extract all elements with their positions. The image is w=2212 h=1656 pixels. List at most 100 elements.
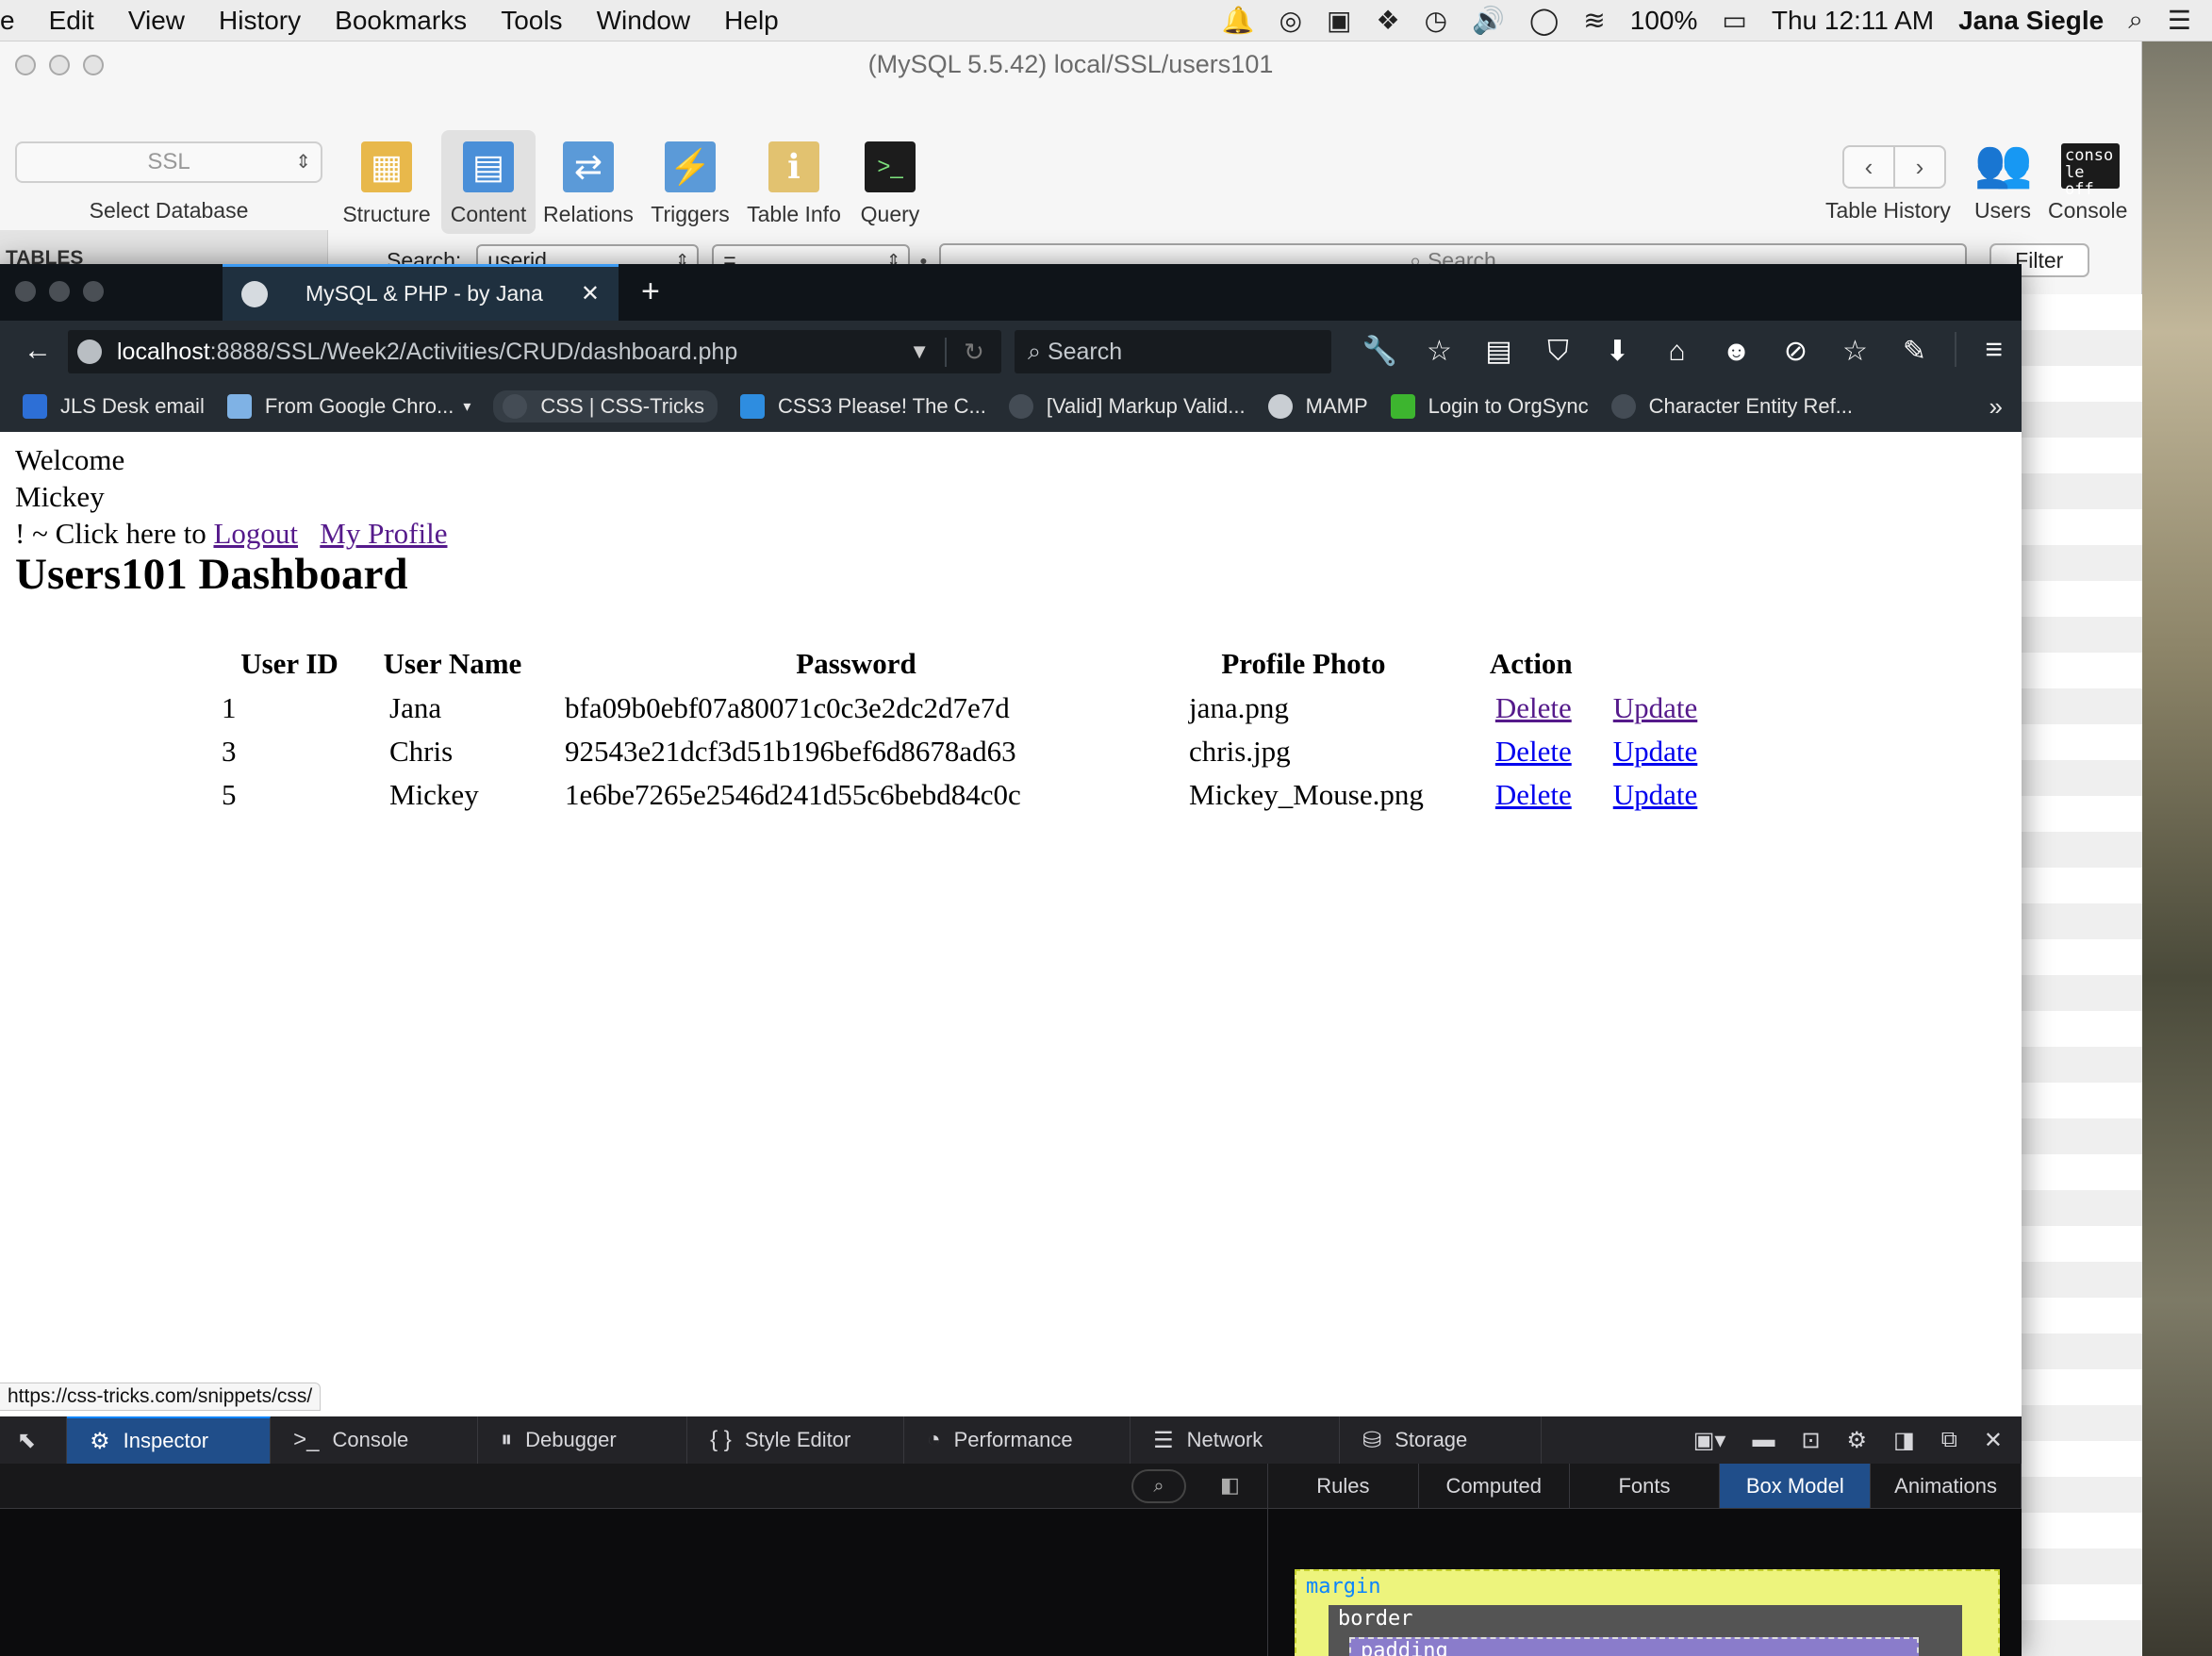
time-machine-icon[interactable]: ◷ bbox=[1425, 5, 1447, 36]
menu-item-window[interactable]: Window bbox=[597, 6, 691, 36]
close-tab-icon[interactable]: ✕ bbox=[581, 280, 600, 307]
bookmark-orgsync[interactable]: Login to OrgSync bbox=[1390, 394, 1589, 419]
home-icon[interactable]: ⌂ bbox=[1647, 330, 1707, 373]
tab-style-editor[interactable]: { } Style Editor bbox=[687, 1416, 905, 1464]
tab-network[interactable]: ☰ Network bbox=[1131, 1416, 1341, 1464]
zoom-window-button[interactable] bbox=[83, 55, 104, 75]
url-dropdown-icon[interactable]: ▼ bbox=[909, 339, 930, 364]
reader-list-icon[interactable]: ▤ bbox=[1469, 330, 1528, 373]
delete-link[interactable]: Delete bbox=[1495, 735, 1572, 768]
subtab-animations[interactable]: Animations bbox=[1871, 1464, 2022, 1508]
chat-icon[interactable]: ☻ bbox=[1707, 330, 1766, 373]
cell-update: Update bbox=[1593, 773, 1708, 817]
update-link[interactable]: Update bbox=[1613, 735, 1698, 768]
history-back-button[interactable]: ‹ bbox=[1844, 147, 1895, 187]
subtab-rules[interactable]: Rules bbox=[1268, 1464, 1419, 1508]
wrench-icon[interactable]: 🔧 bbox=[1350, 330, 1410, 373]
close-devtools-icon[interactable]: ✕ bbox=[1984, 1427, 2003, 1454]
content-button[interactable]: ▤ Content bbox=[441, 130, 536, 234]
tab-label: Inspector bbox=[123, 1429, 209, 1452]
my-profile-link[interactable]: My Profile bbox=[320, 517, 447, 550]
frame-select-icon[interactable]: ▣▾ bbox=[1693, 1427, 1726, 1454]
undock-window-icon[interactable]: ⧉ bbox=[1941, 1427, 1957, 1454]
subtab-computed[interactable]: Computed bbox=[1419, 1464, 1570, 1508]
bookmark-folder-google-chrome[interactable]: From Google Chro... ▾ bbox=[226, 394, 470, 419]
table-info-button[interactable]: ℹ Table Info bbox=[747, 141, 841, 227]
bookmark-css3-please[interactable]: CSS3 Please! The C... bbox=[739, 394, 986, 419]
tab-performance[interactable]: ◔ Performance bbox=[904, 1416, 1131, 1464]
back-arrow-icon[interactable]: ← bbox=[19, 335, 57, 367]
gear-inspector-icon: ⚙ bbox=[90, 1428, 110, 1454]
url-bar[interactable]: localhost:8888/SSL/Week2/Activities/CRUD… bbox=[68, 330, 1001, 373]
history-forward-button[interactable]: › bbox=[1895, 147, 1944, 187]
split-console-icon[interactable]: ▬ bbox=[1752, 1427, 1775, 1454]
more-bookmarks-icon[interactable]: » bbox=[1989, 392, 2003, 422]
display-icon[interactable]: ▣ bbox=[1327, 5, 1351, 36]
bookmark-markup-validator[interactable]: [Valid] Markup Valid... bbox=[1008, 394, 1246, 419]
tab-console[interactable]: >_ Console bbox=[271, 1416, 479, 1464]
minimize-window-button[interactable] bbox=[49, 55, 70, 75]
delete-link[interactable]: Delete bbox=[1495, 778, 1572, 811]
console-icon[interactable]: conso le off bbox=[2061, 143, 2120, 198]
update-link[interactable]: Update bbox=[1613, 778, 1698, 811]
subtab-fonts[interactable]: Fonts bbox=[1570, 1464, 1721, 1508]
star-icon[interactable]: ☆ bbox=[1825, 330, 1885, 373]
delete-link[interactable]: Delete bbox=[1495, 691, 1572, 724]
extension-icon[interactable]: ✎ bbox=[1885, 330, 1944, 373]
clock[interactable]: Thu 12:11 AM bbox=[1772, 6, 1934, 36]
update-link[interactable]: Update bbox=[1613, 691, 1698, 724]
close-window-button[interactable] bbox=[15, 281, 36, 302]
database-select[interactable]: SSL ⇕ bbox=[15, 141, 322, 183]
menu-item-view[interactable]: View bbox=[128, 6, 185, 36]
dock-side-icon[interactable]: ◨ bbox=[1893, 1427, 1915, 1454]
hamburger-menu-icon[interactable]: ≡ bbox=[1955, 332, 2003, 367]
volume-icon[interactable]: 🔊 bbox=[1472, 5, 1505, 36]
notification-bell-icon[interactable]: 🔔 bbox=[1222, 5, 1255, 36]
bookmark-css-tricks[interactable]: CSS | CSS-Tricks bbox=[493, 390, 718, 422]
user-name[interactable]: Jana Siegle bbox=[1958, 6, 2104, 36]
users-icon[interactable]: 👥 bbox=[1973, 136, 2035, 194]
wifi-icon[interactable]: ≋ bbox=[1583, 5, 1605, 36]
reload-icon[interactable]: ↻ bbox=[945, 337, 1001, 367]
subtab-box-model[interactable]: Box Model bbox=[1720, 1464, 1872, 1508]
new-tab-button[interactable]: + bbox=[641, 273, 660, 310]
pocket-icon[interactable]: ⛉ bbox=[1528, 330, 1588, 373]
battery-icon[interactable]: ▭ bbox=[1722, 5, 1746, 36]
zoom-window-button[interactable] bbox=[83, 281, 104, 302]
menu-item-help[interactable]: Help bbox=[724, 6, 779, 36]
messages-icon[interactable]: ◯ bbox=[1529, 5, 1559, 36]
bookmark-jls-desk-email[interactable]: JLS Desk email bbox=[23, 394, 205, 419]
bookmark-character-entity[interactable]: Character Entity Ref... bbox=[1610, 394, 1853, 419]
bookmark-star-icon[interactable]: ☆ bbox=[1410, 330, 1469, 373]
creative-cloud-icon[interactable]: ◎ bbox=[1279, 5, 1302, 36]
tab-debugger[interactable]: ⏸ Debugger bbox=[478, 1416, 688, 1464]
query-button[interactable]: >_ Query bbox=[843, 141, 937, 227]
tab-inspector[interactable]: ⚙ Inspector bbox=[67, 1416, 272, 1464]
tab-storage[interactable]: ⛁ Storage bbox=[1340, 1416, 1543, 1464]
no-tracking-icon[interactable]: ⊘ bbox=[1766, 330, 1825, 373]
relations-button[interactable]: ⇄ Relations bbox=[541, 141, 636, 227]
bookmark-mamp[interactable]: MAMP bbox=[1267, 394, 1368, 419]
responsive-mode-icon[interactable]: ⊡ bbox=[1801, 1427, 1820, 1454]
search-icon[interactable]: ⌕ bbox=[1131, 1469, 1186, 1503]
menu-item-history[interactable]: History bbox=[219, 6, 301, 36]
menu-item-bookmarks[interactable]: Bookmarks bbox=[335, 6, 467, 36]
element-picker-button[interactable]: ⬉ bbox=[0, 1416, 68, 1464]
download-icon[interactable]: ⬇ bbox=[1588, 330, 1647, 373]
menu-item-tools[interactable]: Tools bbox=[501, 6, 562, 36]
dropbox-icon[interactable]: ❖ bbox=[1377, 5, 1400, 36]
globe-icon bbox=[77, 339, 102, 364]
spotlight-search-icon[interactable]: ⌕ bbox=[2128, 5, 2143, 36]
firefox-search-input[interactable]: ⌕ Search bbox=[1015, 330, 1331, 373]
close-window-button[interactable] bbox=[15, 55, 36, 75]
tab-mysql-php[interactable]: MySQL & PHP - by Jana ✕ bbox=[223, 264, 619, 321]
menu-item-edit[interactable]: Edit bbox=[49, 6, 94, 36]
menu-item-edit-partial[interactable]: e bbox=[0, 6, 15, 36]
minimize-window-button[interactable] bbox=[49, 281, 70, 302]
logout-link[interactable]: Logout bbox=[213, 517, 298, 550]
toggle-sidebar-icon[interactable]: ◧ bbox=[1220, 1473, 1240, 1498]
settings-gear-icon[interactable]: ⚙ bbox=[1847, 1427, 1868, 1454]
notification-center-icon[interactable]: ☰ bbox=[2168, 5, 2191, 36]
triggers-button[interactable]: ⚡ Triggers bbox=[643, 141, 737, 227]
structure-button[interactable]: ▦ Structure bbox=[339, 141, 434, 227]
